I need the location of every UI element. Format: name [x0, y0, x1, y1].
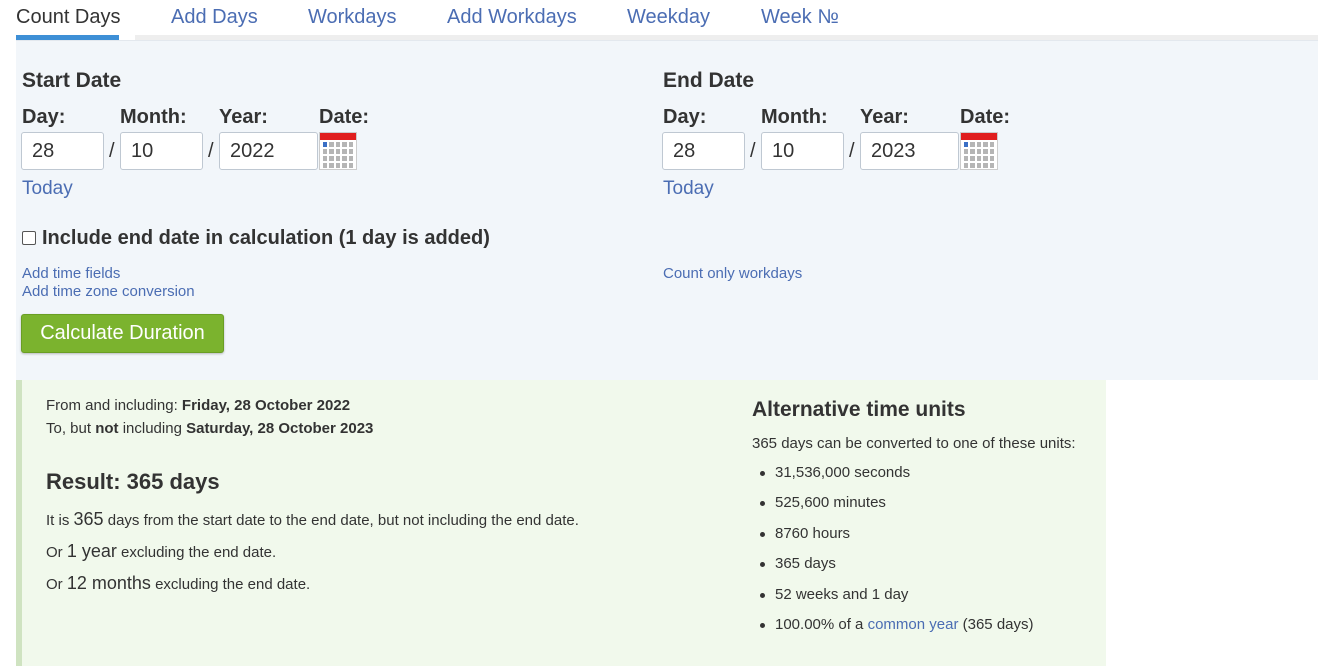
include-end-date-checkbox[interactable] [22, 231, 36, 245]
alternative-units-title: Alternative time units [752, 398, 966, 421]
tab-add-workdays[interactable]: Add Workdays [447, 5, 577, 29]
end-month-label: Month: [761, 106, 828, 128]
start-today-link[interactable]: Today [22, 178, 73, 200]
start-date-title: Start Date [22, 69, 122, 92]
calculate-duration-button[interactable]: Calculate Duration [21, 314, 224, 353]
common-year-link[interactable]: common year [868, 616, 959, 633]
result-panel: From and including: Friday, 28 October 2… [16, 380, 1106, 666]
start-calendar-icon[interactable] [319, 132, 357, 170]
from-date: Friday, 28 October 2022 [181, 397, 351, 414]
from-line: From and including: Friday, 28 October 2… [46, 397, 350, 414]
end-day-label: Day: [663, 106, 707, 128]
line2-post: excluding the end date. [121, 544, 277, 561]
start-year-input[interactable] [219, 132, 318, 170]
line1-num: 365 [73, 509, 104, 529]
end-month-input[interactable] [761, 132, 844, 170]
common-year-pre: 100.00% of a [775, 615, 864, 633]
tab-week-number[interactable]: Week № [761, 5, 839, 29]
start-month-input[interactable] [120, 132, 203, 170]
start-day-input[interactable] [21, 132, 104, 170]
start-month-label: Month: [120, 106, 187, 128]
end-year-label: Year: [860, 106, 909, 128]
start-separator-1: / [109, 140, 115, 162]
list-item: 52 weeks and 1 day [752, 580, 1034, 610]
start-separator-2: / [208, 140, 214, 162]
add-time-fields-link[interactable]: Add time fields [22, 265, 120, 282]
common-year-post: (365 days) [962, 615, 1034, 633]
tab-workdays[interactable]: Workdays [308, 5, 397, 29]
end-date-label: Date: [960, 106, 1011, 128]
count-workdays-link[interactable]: Count only workdays [663, 265, 802, 282]
alternative-units-list: 31,536,000 seconds 525,600 minutes 8760 … [752, 458, 1034, 640]
tab-weekday[interactable]: Weekday [627, 5, 710, 29]
include-end-date-label[interactable]: Include end date in calculation (1 day i… [42, 227, 490, 250]
list-item: 8760 hours [752, 519, 1034, 549]
end-year-input[interactable] [860, 132, 959, 170]
start-day-label: Day: [22, 106, 66, 128]
line3-pre: Or [46, 576, 63, 593]
tab-count-days[interactable]: Count Days [16, 5, 121, 29]
to-line: To, but not including Saturday, 28 Octob… [46, 420, 373, 437]
end-today-link[interactable]: Today [663, 178, 714, 200]
result-line-years: Or 1 year excluding the end date. [46, 541, 276, 562]
line1-pre: It is [46, 512, 70, 529]
result-line-months: Or 12 months excluding the end date. [46, 573, 310, 594]
end-separator-2: / [849, 140, 855, 162]
tab-bar-divider [135, 35, 1318, 40]
line2-pre: Or [46, 544, 63, 561]
list-item: 100.00% of a common year (365 days) [752, 610, 1034, 640]
to-date: Saturday, 28 October 2023 [186, 420, 374, 437]
to-prefix-2: including [122, 420, 182, 437]
tab-add-days[interactable]: Add Days [171, 5, 258, 29]
result-line-days: It is 365 days from the start date to th… [46, 509, 579, 530]
to-not-emphasis: not [95, 420, 119, 437]
start-year-label: Year: [219, 106, 268, 128]
list-item: 365 days [752, 549, 1034, 579]
start-date-label: Date: [319, 106, 370, 128]
result-title: Result: 365 days [46, 469, 220, 494]
line3-post: excluding the end date. [155, 576, 311, 593]
tab-bar: Count Days Add Days Workdays Add Workday… [16, 0, 1318, 41]
date-form: Start Date Day: Month: Year: Date: / / T… [16, 41, 1318, 380]
line2-num: 1 year [66, 541, 117, 561]
list-item: 525,600 minutes [752, 488, 1034, 518]
from-prefix: From and including: [46, 397, 178, 414]
end-calendar-icon[interactable] [960, 132, 998, 170]
end-day-input[interactable] [662, 132, 745, 170]
line3-num: 12 months [66, 573, 151, 593]
end-separator-1: / [750, 140, 756, 162]
list-item: 31,536,000 seconds [752, 458, 1034, 488]
to-prefix: To, but [46, 420, 92, 437]
end-date-title: End Date [663, 69, 755, 92]
line1-post: days from the start date to the end date… [107, 512, 579, 529]
alternative-units-intro: 365 days can be converted to one of thes… [752, 435, 1076, 452]
include-end-date-row[interactable]: Include end date in calculation (1 day i… [22, 226, 490, 250]
add-time-zone-link[interactable]: Add time zone conversion [22, 283, 195, 300]
active-tab-indicator [16, 35, 119, 40]
